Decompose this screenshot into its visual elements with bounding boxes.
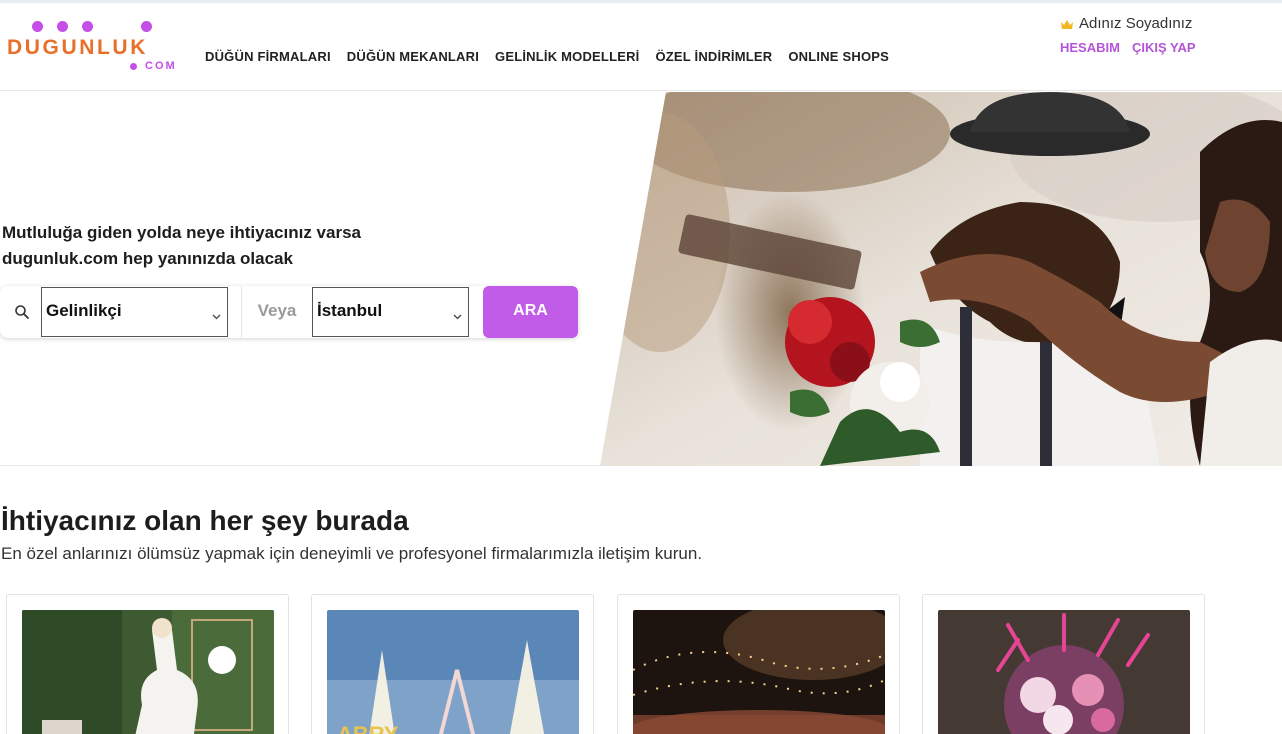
chevron-down-icon bbox=[453, 306, 462, 320]
search-bar: Gelinlikçi Veya İstanbul ARA bbox=[0, 286, 578, 338]
site-logo[interactable]: DUGUNLUK COM bbox=[7, 21, 182, 77]
search-button[interactable]: ARA bbox=[483, 286, 578, 338]
nav-item-online-shops[interactable]: ONLINE SHOPS bbox=[788, 49, 889, 64]
separator-label: Veya bbox=[241, 286, 312, 338]
nav-item-wedding-venues[interactable]: DÜĞÜN MEKANLARI bbox=[347, 49, 479, 64]
city-select[interactable]: İstanbul bbox=[312, 287, 469, 337]
bride-photo bbox=[22, 610, 274, 734]
user-name: Adınız Soyadınız bbox=[1079, 15, 1193, 32]
nav-item-bridal-models[interactable]: GELİNLİK MODELLERİ bbox=[495, 49, 639, 64]
fireworks-stage-photo: ABRY bbox=[327, 610, 579, 734]
category-card[interactable] bbox=[617, 594, 900, 734]
main-nav: DÜĞÜN FİRMALARI DÜĞÜN MEKANLARI GELİNLİK… bbox=[205, 49, 905, 64]
logo-suffix: COM bbox=[145, 60, 177, 72]
user-name-row: Adınız Soyadınız bbox=[1060, 15, 1260, 32]
section-subtitle: En özel anlarınızı ölümsüz yapmak için d… bbox=[1, 544, 703, 563]
logout-link[interactable]: ÇIKIŞ YAP bbox=[1132, 40, 1196, 55]
category-card[interactable] bbox=[922, 594, 1205, 734]
category-card[interactable]: ABRY bbox=[311, 594, 594, 734]
user-menu: Adınız Soyadınız HESABIM ÇIKIŞ YAP bbox=[1060, 15, 1260, 55]
category-select-value: Gelinlikçi bbox=[46, 301, 122, 320]
logo-dot bbox=[141, 21, 152, 32]
category-cards: ABRY bbox=[6, 594, 1206, 734]
category-card[interactable] bbox=[6, 594, 289, 734]
section-title: İhtiyacınız olan her şey burada bbox=[1, 505, 409, 536]
logo-dot bbox=[82, 21, 93, 32]
hero-couple-photo bbox=[600, 92, 1282, 466]
svg-text:ABRY: ABRY bbox=[337, 722, 399, 734]
flower-bouquet-photo bbox=[938, 610, 1190, 734]
crown-icon bbox=[1060, 19, 1074, 29]
user-links: HESABIM ÇIKIŞ YAP bbox=[1060, 40, 1260, 55]
logo-com-dot bbox=[130, 63, 137, 70]
logo-word: DUGUNLUK bbox=[7, 36, 148, 59]
hero-headline: Mutluluğa giden yolda neye ihtiyacınız v… bbox=[2, 223, 361, 268]
account-link[interactable]: HESABIM bbox=[1060, 40, 1120, 55]
site-header: DUGUNLUK COM DÜĞÜN FİRMALARI DÜĞÜN MEKAN… bbox=[0, 3, 1282, 91]
nav-item-wedding-firms[interactable]: DÜĞÜN FİRMALARI bbox=[205, 49, 331, 64]
search-icon bbox=[14, 304, 30, 320]
logo-dot bbox=[32, 21, 43, 32]
hero-section: Mutluluğa giden yolda neye ihtiyacınız v… bbox=[0, 92, 1282, 466]
night-venue-photo bbox=[633, 610, 885, 734]
chevron-down-icon bbox=[212, 306, 221, 320]
category-select[interactable]: Gelinlikçi bbox=[41, 287, 228, 337]
city-select-value: İstanbul bbox=[317, 301, 383, 320]
logo-dot bbox=[57, 21, 68, 32]
nav-item-special-discounts[interactable]: ÖZEL İNDİRİMLER bbox=[655, 49, 772, 64]
